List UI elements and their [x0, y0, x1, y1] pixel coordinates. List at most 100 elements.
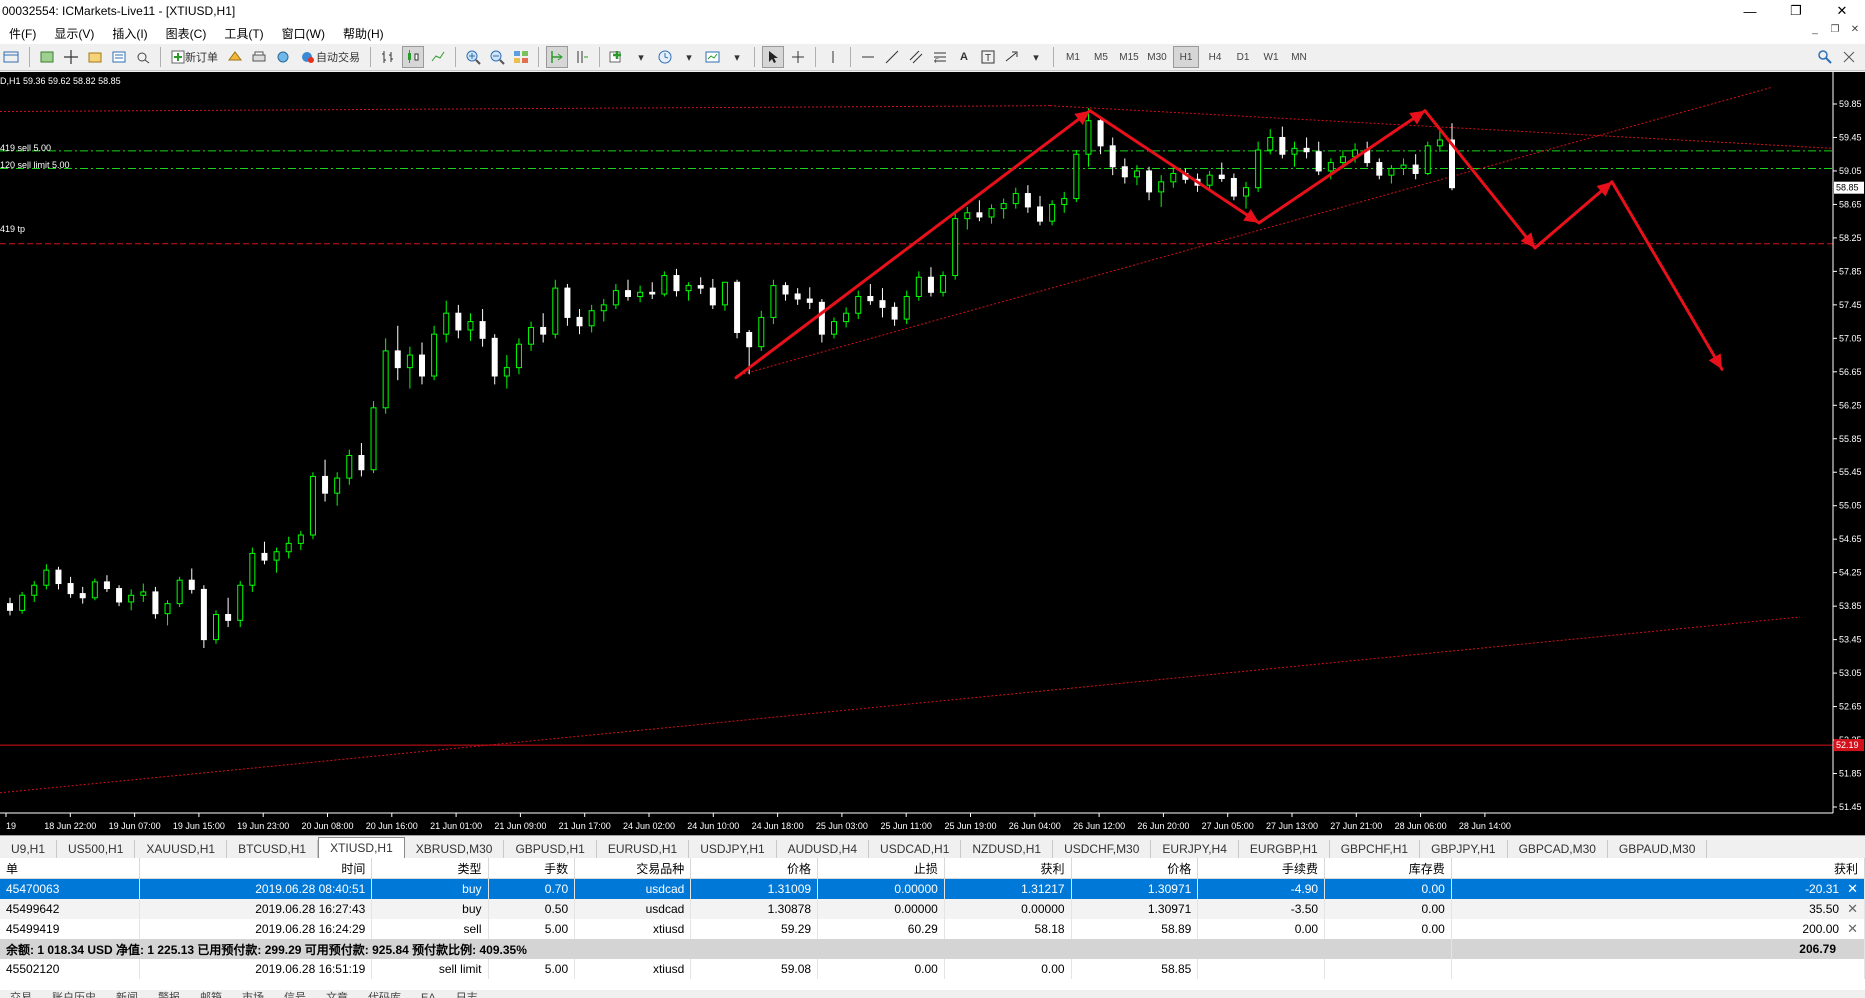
- chart-shift-icon[interactable]: [572, 47, 592, 67]
- timeframe-m5[interactable]: M5: [1089, 47, 1113, 67]
- chart-tab[interactable]: GBPJPY,H1: [1420, 840, 1508, 858]
- crosshair-nav-icon[interactable]: [61, 47, 81, 67]
- mdi-restore-button[interactable]: ❐: [1825, 24, 1845, 35]
- menu-tools[interactable]: 工具(T): [215, 25, 272, 42]
- fibonacci-icon[interactable]: F: [930, 47, 950, 67]
- close-order-icon[interactable]: ✕: [1847, 901, 1858, 916]
- navigator-icon[interactable]: [85, 47, 105, 67]
- column-header[interactable]: 库存费: [1324, 858, 1452, 879]
- terminal-tab[interactable]: 邮箱: [200, 993, 222, 998]
- chart-tab[interactable]: GBPCHF,H1: [1330, 840, 1421, 858]
- chart-tab[interactable]: EURUSD,H1: [597, 840, 690, 858]
- chart-tab[interactable]: GBPAUD,M30: [1608, 840, 1708, 858]
- mdi-minimize-button[interactable]: _: [1805, 24, 1825, 35]
- close-order-icon[interactable]: ✕: [1847, 881, 1858, 896]
- chart-tab[interactable]: XBRUSD,M30: [405, 840, 505, 858]
- timeframe-h4[interactable]: H4: [1203, 47, 1227, 67]
- menu-view[interactable]: 显示(V): [45, 25, 103, 42]
- menu-insert[interactable]: 插入(I): [103, 25, 156, 42]
- data-window-icon[interactable]: [109, 47, 129, 67]
- indicators-icon[interactable]: [607, 47, 627, 67]
- mdi-close-button[interactable]: ✕: [1845, 24, 1865, 35]
- timeframe-m15[interactable]: M15: [1117, 47, 1141, 67]
- chart-tab[interactable]: BTCUSD,H1: [227, 840, 319, 858]
- table-row[interactable]: 45470063 2019.06.28 08:40:51 buy 0.70 usdcad…: [0, 878, 1865, 899]
- profiles-icon[interactable]: [37, 47, 57, 67]
- table-row[interactable]: 45499642 2019.06.28 16:27:43 buy 0.50 usdcad…: [0, 899, 1865, 919]
- column-header[interactable]: 获利: [1451, 858, 1865, 879]
- restore-button[interactable]: ❐: [1773, 0, 1819, 22]
- terminal-tab[interactable]: 信号: [284, 993, 306, 998]
- line-chart-icon[interactable]: [428, 47, 448, 67]
- chart-tab[interactable]: USDJPY,H1: [689, 840, 777, 858]
- timeframe-d1[interactable]: D1: [1231, 47, 1255, 67]
- column-header[interactable]: 时间: [139, 858, 373, 879]
- chart-tab[interactable]: EURGBP,H1: [1239, 840, 1330, 858]
- timeframe-h1[interactable]: H1: [1173, 46, 1199, 68]
- terminal-tab[interactable]: 账户历史: [52, 993, 96, 998]
- auto-scroll-icon[interactable]: [546, 46, 568, 68]
- timeframe-m1[interactable]: M1: [1061, 47, 1085, 67]
- timeframe-w1[interactable]: W1: [1259, 47, 1283, 67]
- menu-window[interactable]: 窗口(W): [273, 25, 334, 42]
- search-icon[interactable]: [1815, 47, 1835, 67]
- column-header[interactable]: 价格: [690, 858, 819, 879]
- chart-tab[interactable]: U9,H1: [0, 840, 58, 858]
- trendline-icon[interactable]: [882, 47, 902, 67]
- chart-tab[interactable]: AUDUSD,H4: [777, 840, 870, 858]
- metaeditor-icon[interactable]: [225, 47, 245, 67]
- new-order-button[interactable]: 新订单: [168, 47, 221, 67]
- terminal-tab[interactable]: 文章: [326, 993, 348, 998]
- column-header[interactable]: 获利: [944, 858, 1072, 879]
- chart-tab[interactable]: GBPUSD,H1: [504, 840, 597, 858]
- strategy-tester-icon[interactable]: [133, 47, 153, 67]
- timeframe-m30[interactable]: M30: [1145, 47, 1169, 67]
- cursor-icon[interactable]: [762, 46, 784, 68]
- menu-charts[interactable]: 图表(C): [157, 25, 216, 42]
- column-header[interactable]: 手续费: [1197, 858, 1326, 879]
- zoom-in-icon[interactable]: [463, 47, 483, 67]
- terminal-tab[interactable]: 代码库: [368, 993, 401, 998]
- chart-tab[interactable]: GBPCAD,M30: [1508, 840, 1608, 858]
- chart-tab[interactable]: USDCAD,H1: [869, 840, 962, 858]
- dropdown-arrow-icon[interactable]: ▾: [631, 47, 651, 67]
- menu-help[interactable]: 帮助(H): [334, 25, 393, 42]
- chart-tab[interactable]: USDCHF,M30: [1053, 840, 1152, 858]
- dropdown-arrow-icon[interactable]: ▾: [1026, 47, 1046, 67]
- vertical-line-icon[interactable]: [823, 47, 843, 67]
- templates-icon[interactable]: [703, 47, 723, 67]
- terminal-tab[interactable]: 市场: [242, 993, 264, 998]
- print-icon[interactable]: [249, 47, 269, 67]
- terminal-tab[interactable]: EA: [421, 993, 436, 998]
- chart-tab[interactable]: XAUUSD,H1: [135, 840, 228, 858]
- arrows-icon[interactable]: [1002, 47, 1022, 67]
- menu-file[interactable]: 件(F): [0, 25, 45, 42]
- terminal-tab[interactable]: 新闻: [116, 993, 138, 998]
- signal-icon[interactable]: [273, 47, 293, 67]
- bar-chart-icon[interactable]: [378, 47, 398, 67]
- terminal-tab[interactable]: 警报: [158, 993, 180, 998]
- close-button[interactable]: ✕: [1819, 0, 1865, 22]
- table-row[interactable]: 45499419 2019.06.28 16:24:29 sell 5.00 xtius…: [0, 919, 1865, 939]
- dropdown-arrow-icon[interactable]: ▾: [727, 47, 747, 67]
- new-chart-icon[interactable]: [2, 47, 22, 67]
- community-icon[interactable]: [1839, 47, 1859, 67]
- chart-tab[interactable]: EURJPY,H4: [1151, 840, 1239, 858]
- close-order-icon[interactable]: ✕: [1847, 921, 1858, 936]
- terminal-tab[interactable]: 日志: [456, 993, 478, 998]
- text-label-icon[interactable]: T: [978, 47, 998, 67]
- candlestick-chart-icon[interactable]: [402, 46, 424, 68]
- column-header[interactable]: 止损: [817, 858, 945, 879]
- terminal-tab[interactable]: 交易: [10, 993, 32, 998]
- column-header[interactable]: 交易品种: [574, 858, 692, 879]
- column-header[interactable]: 价格: [1071, 858, 1199, 879]
- chart-tab[interactable]: XTIUSD,H1: [318, 837, 405, 858]
- horizontal-line-icon[interactable]: [858, 47, 878, 67]
- price-chart[interactable]: 59.85 59.45 59.05 58.65 58.25 57.85 57.45 57.05…: [0, 72, 1865, 835]
- chart-tab[interactable]: NZDUSD,H1: [961, 840, 1054, 858]
- column-header[interactable]: 类型: [371, 858, 489, 879]
- crosshair-icon[interactable]: [788, 47, 808, 67]
- zoom-out-icon[interactable]: [487, 47, 507, 67]
- tile-windows-icon[interactable]: [511, 47, 531, 67]
- periods-icon[interactable]: [655, 47, 675, 67]
